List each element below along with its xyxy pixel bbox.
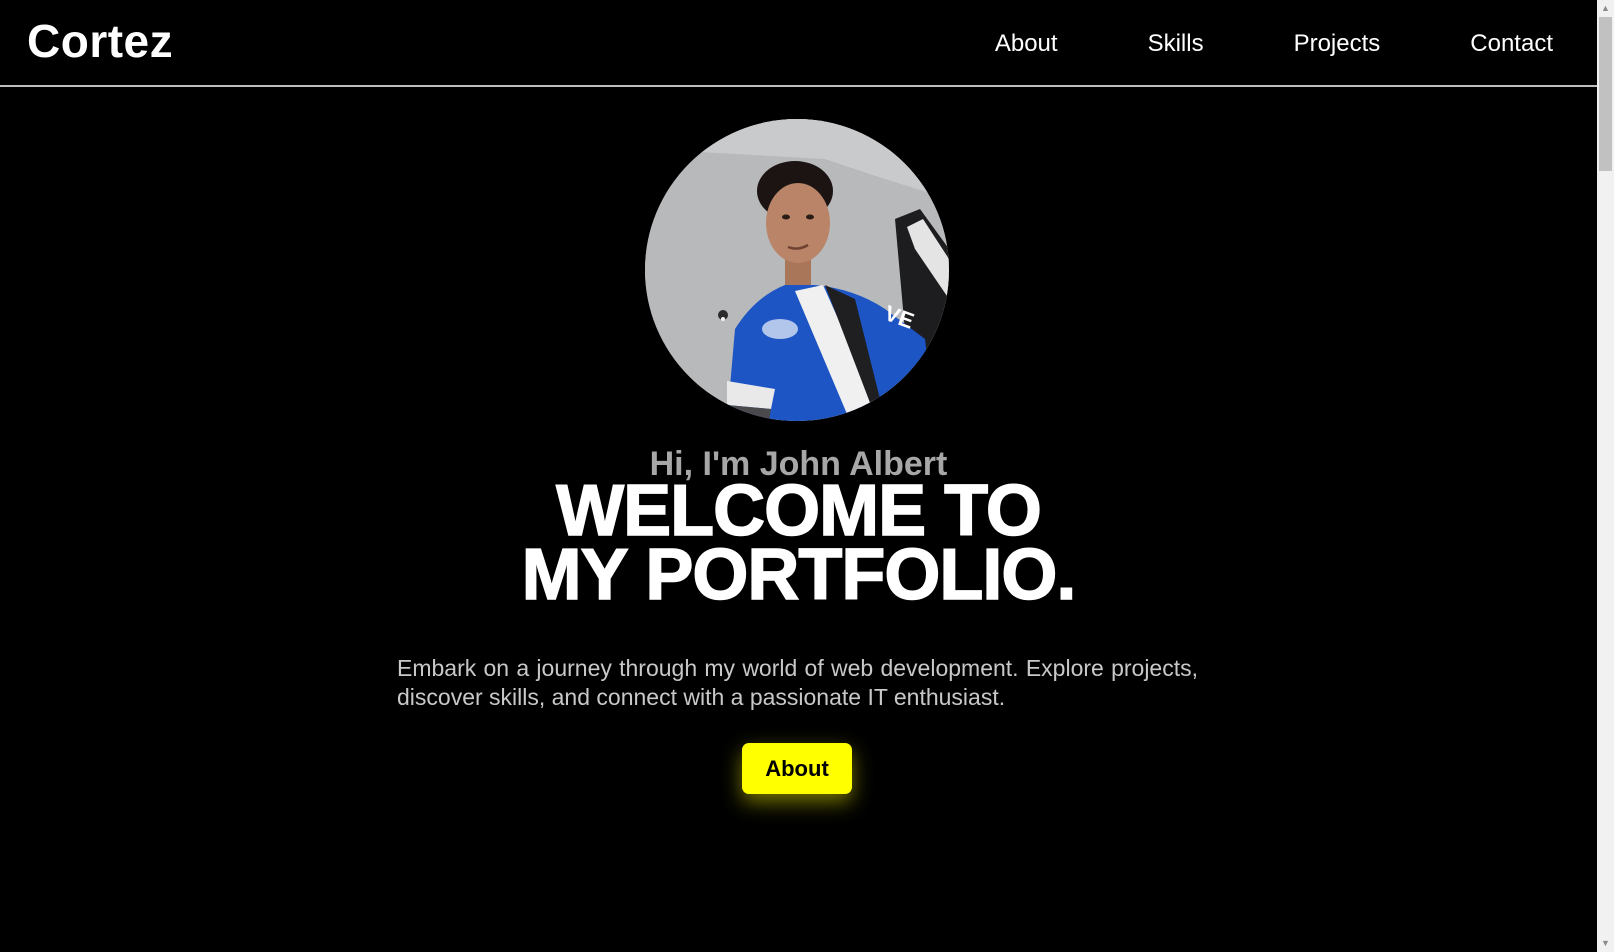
vertical-scrollbar[interactable]: ▲ ▼ (1597, 0, 1614, 952)
intro-paragraph: Embark on a journey through my world of … (397, 655, 1198, 710)
main-nav: About Skills Projects Contact (995, 28, 1553, 60)
profile-photo: VE (645, 119, 949, 421)
chevron-up-icon[interactable]: ▲ (1597, 0, 1614, 17)
nav-skills-link[interactable]: Skills (1148, 28, 1204, 60)
scroll-thumb[interactable] (1599, 17, 1612, 171)
nav-about-link[interactable]: About (995, 28, 1058, 60)
hero-section: VE Hi, I'm John Albert WELCOME TO MY POR… (0, 87, 1597, 952)
headline-line-2: MY PORTFOLIO. (521, 535, 1077, 615)
avatar: VE (645, 119, 949, 421)
brand-logo[interactable]: Cortez (27, 13, 173, 69)
about-button[interactable]: About (742, 743, 852, 794)
chevron-down-icon[interactable]: ▼ (1597, 935, 1614, 952)
nav-contact-link[interactable]: Contact (1470, 28, 1553, 60)
page: Cortez About Skills Projects Contact VE … (0, 0, 1614, 952)
nav-projects-link[interactable]: Projects (1294, 28, 1381, 60)
site-header: Cortez About Skills Projects Contact (0, 0, 1597, 87)
page-title: WELCOME TO MY PORTFOLIO. (0, 474, 1597, 612)
